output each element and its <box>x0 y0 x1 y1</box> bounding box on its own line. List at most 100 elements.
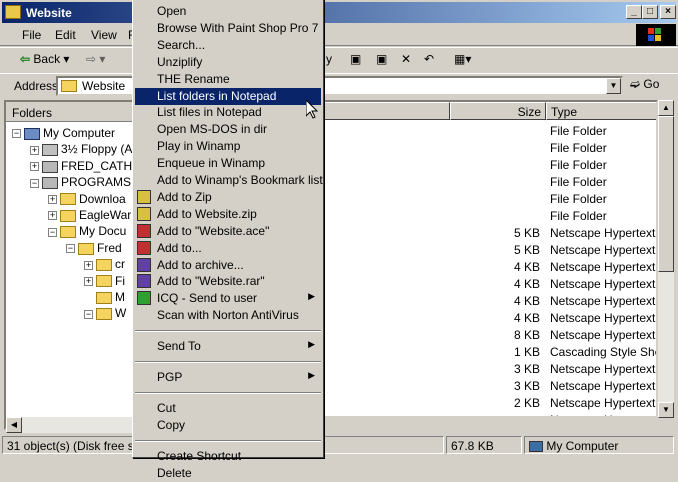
file-list: Size Type File Folder File Folder File Fol… <box>322 100 658 418</box>
table-row[interactable]: Netscape Hypertext ... <box>324 413 656 416</box>
table-row[interactable]: 3 KB Netscape Hypertext ... <box>324 379 656 396</box>
views-icon[interactable]: ▦▾ <box>454 52 471 70</box>
context-menu-item[interactable]: Enqueue in Winamp <box>135 155 321 172</box>
context-menu-item[interactable]: List folders in Notepad <box>135 87 321 105</box>
context-menu-item[interactable]: ICQ - Send to user ▶ <box>135 290 321 307</box>
context-menu-item[interactable]: Play in Winamp <box>135 138 321 155</box>
column-size[interactable]: Size <box>450 102 546 120</box>
collapse-icon[interactable]: − <box>66 244 75 254</box>
table-row[interactable]: 4 KB Netscape Hypertext ... <box>324 277 656 294</box>
delete-icon[interactable]: ✕ <box>401 52 411 70</box>
expand-icon[interactable]: + <box>48 211 57 221</box>
menu-view[interactable]: View <box>91 28 117 42</box>
expand-icon[interactable]: + <box>30 162 39 172</box>
context-menu-item[interactable]: Browse With Paint Shop Pro 7 <box>135 20 321 37</box>
drive-icon <box>42 160 58 173</box>
title-bar[interactable]: Website _ □ × <box>2 2 676 23</box>
context-menu-item[interactable]: PGP ▶ <box>135 369 321 386</box>
tree-item[interactable]: − Fred <box>66 241 122 255</box>
context-menu-item[interactable]: Add to "Website.ace" <box>135 223 321 240</box>
tree-item[interactable]: + cr <box>84 257 125 271</box>
row-size: 1 KB <box>513 345 540 359</box>
scroll-left-icon[interactable]: ◀ <box>6 417 22 433</box>
context-menu-item[interactable]: Add to... <box>135 240 321 257</box>
tree-item[interactable]: +3½ Floppy (A:) <box>30 142 134 156</box>
menu-file[interactable]: File <box>22 28 41 42</box>
tree-item[interactable]: + Downloa <box>48 192 126 206</box>
context-menu-item[interactable]: Open MS-DOS in dir <box>135 121 321 138</box>
scroll-thumb[interactable] <box>658 116 674 272</box>
row-type: Netscape Hypertext ... <box>550 277 658 291</box>
context-menu-item[interactable]: Cut <box>135 400 321 417</box>
menu-edit[interactable]: Edit <box>55 28 76 42</box>
context-menu-item[interactable]: Add to archive... <box>135 257 321 274</box>
table-row[interactable]: 8 KB Netscape Hypertext ... <box>324 328 656 345</box>
status-zone: My Computer <box>524 436 674 454</box>
go-button[interactable]: ➫ Go <box>630 77 674 95</box>
tree-item[interactable]: M <box>84 290 125 304</box>
expand-icon[interactable]: + <box>84 260 93 270</box>
context-menu-item-label: Open <box>157 4 187 18</box>
table-row[interactable]: 1 KB Cascading Style She... <box>324 345 656 362</box>
collapse-icon[interactable]: − <box>12 129 21 139</box>
context-menu-item[interactable]: List files in Notepad <box>135 104 321 121</box>
table-row[interactable]: 5 KB Netscape Hypertext ... <box>324 243 656 260</box>
table-row[interactable]: 3 KB Netscape Hypertext ... <box>324 362 656 379</box>
collapse-icon[interactable]: − <box>48 227 57 237</box>
column-type[interactable]: Type <box>546 102 656 120</box>
forward-button[interactable]: ⇨ ▾ <box>86 52 105 70</box>
collapse-icon[interactable]: − <box>30 178 39 188</box>
scroll-up-icon[interactable]: ▲ <box>658 100 674 116</box>
maximize-button[interactable]: □ <box>642 5 658 19</box>
context-menu-item[interactable]: Copy <box>135 417 321 434</box>
context-menu-item[interactable]: Create Shortcut <box>135 448 321 465</box>
context-menu-item[interactable]: Add to Website.zip <box>135 206 321 223</box>
collapse-icon[interactable]: − <box>84 309 93 319</box>
column-name[interactable] <box>324 102 450 120</box>
scroll-down-icon[interactable]: ▼ <box>658 402 674 418</box>
tree-item[interactable]: − My Computer <box>12 126 115 140</box>
context-menu-item[interactable]: Open <box>135 3 321 20</box>
table-row[interactable]: 2 KB Netscape Hypertext ... <box>324 396 656 413</box>
context-menu-item[interactable]: Unziplify <box>135 54 321 71</box>
tree-item[interactable]: + FRED_CATH <box>30 159 132 173</box>
tree-item[interactable]: − PROGRAMS <box>30 175 131 189</box>
table-row[interactable]: File Folder <box>324 158 656 175</box>
tree-item[interactable]: + Fi <box>84 274 125 288</box>
submenu-arrow-icon: ▶ <box>308 339 315 350</box>
address-dropdown-icon[interactable]: ▼ <box>606 78 621 94</box>
table-row[interactable]: File Folder <box>324 192 656 209</box>
table-row[interactable]: 5 KB Netscape Hypertext ... <box>324 226 656 243</box>
context-menu-item[interactable]: Scan with Norton AntiVirus <box>135 307 321 324</box>
context-menu-item[interactable]: THE Rename <box>135 71 321 88</box>
table-row[interactable]: File Folder <box>324 175 656 192</box>
context-menu-item[interactable]: Send To ▶ <box>135 338 321 355</box>
context-menu-item[interactable]: Add to Zip <box>135 189 321 206</box>
table-row[interactable]: 4 KB Netscape Hypertext ... <box>324 311 656 328</box>
table-row[interactable]: File Folder <box>324 124 656 141</box>
tree-item[interactable]: − My Docu <box>48 224 126 238</box>
move-to-icon[interactable]: ▣ <box>350 52 361 70</box>
back-button[interactable]: ⇦ Back ▾ <box>20 52 69 70</box>
folders-horizontal-scrollbar[interactable]: ◀ <box>6 417 134 433</box>
table-row[interactable]: 4 KB Netscape Hypertext ... <box>324 294 656 311</box>
minimize-button[interactable]: _ <box>626 5 642 19</box>
expand-icon[interactable]: + <box>30 145 39 155</box>
table-row[interactable]: 4 KB Netscape Hypertext ... <box>324 260 656 277</box>
context-menu-item[interactable]: Add to "Website.rar" <box>135 273 321 290</box>
vertical-scrollbar[interactable]: ▲ ▼ <box>658 100 674 418</box>
table-row[interactable]: File Folder <box>324 141 656 158</box>
standard-toolbar: ⇦ Back ▾ ⇨ ▾ y ▣ ▣ ✕ ↶ ▦▾ <box>0 47 678 74</box>
close-button[interactable]: × <box>660 5 676 19</box>
table-row[interactable]: File Folder <box>324 209 656 226</box>
tree-item[interactable]: − W <box>84 306 126 320</box>
copy-to-icon[interactable]: ▣ <box>376 52 387 70</box>
row-type: Netscape Hypertext ... <box>550 226 658 240</box>
tree-item[interactable]: + EagleWar <box>48 208 131 222</box>
context-menu-item[interactable]: Delete <box>135 465 321 482</box>
context-menu-item[interactable]: Add to Winamp's Bookmark list <box>135 172 323 189</box>
context-menu-item[interactable]: Search... <box>135 37 321 54</box>
expand-icon[interactable]: + <box>48 194 57 204</box>
undo-icon[interactable]: ↶ <box>424 52 434 70</box>
expand-icon[interactable]: + <box>84 276 93 286</box>
